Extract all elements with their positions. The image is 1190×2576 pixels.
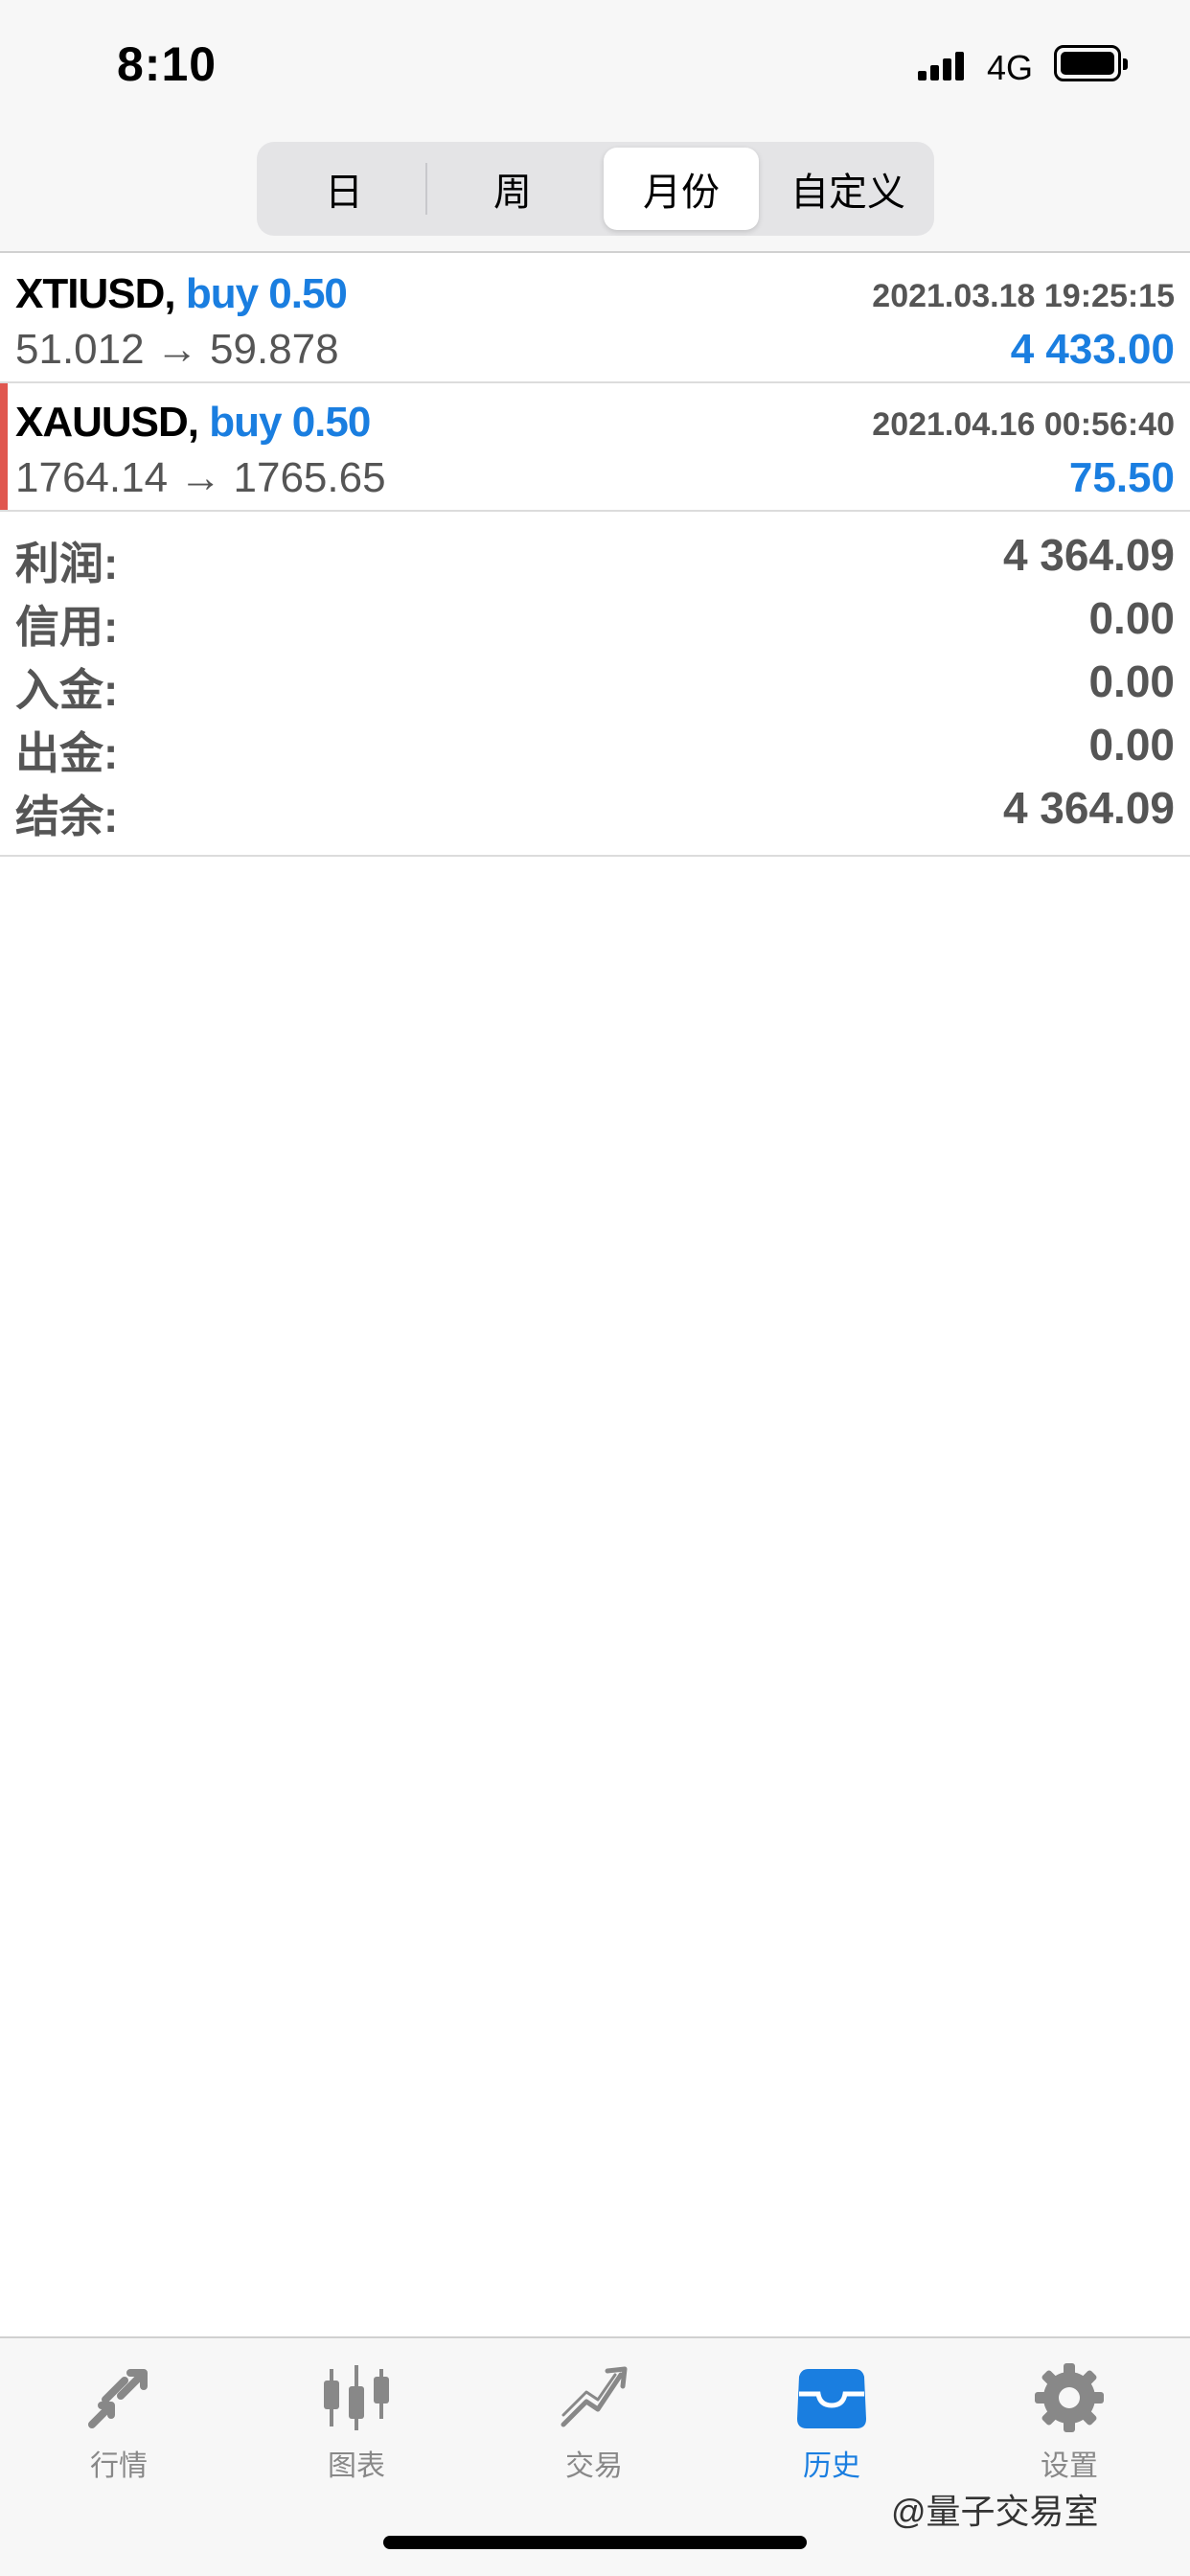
tab-history[interactable]: 历史 (713, 2356, 950, 2490)
withdrawal-label: 出金: (15, 728, 119, 778)
profit-value: 4 364.09 (1002, 530, 1175, 580)
history-inbox-icon (797, 2369, 866, 2428)
tab-label: 交易 (565, 2450, 623, 2482)
tab-settings[interactable]: 设置 (950, 2356, 1188, 2490)
tab-month[interactable]: 月份 (604, 148, 759, 230)
deposit-value: 0.00 (1088, 656, 1175, 706)
cellular-signal-icon (918, 50, 966, 80)
account-summary: 利润: 4 364.09 信用: 0.00 入金: 0.00 出金: 0.00 … (0, 514, 1190, 857)
summary-withdrawal-row: 出金: 0.00 (0, 719, 1190, 778)
tab-day[interactable]: 日 (266, 148, 422, 230)
segment-divider (425, 163, 427, 215)
tab-trade[interactable]: 交易 (475, 2356, 713, 2490)
trade-profit: 4 433.00 (1010, 326, 1175, 373)
trade-datetime: 2021.03.18 19:25:15 (872, 278, 1175, 314)
summary-balance-row: 结余: 4 364.09 (0, 782, 1190, 841)
tab-week[interactable]: 周 (435, 148, 590, 230)
trade-datetime: 2021.04.16 00:56:40 (872, 406, 1175, 443)
tab-label: 图表 (328, 2450, 385, 2482)
home-indicator[interactable] (383, 2536, 807, 2549)
trade-marker (0, 383, 8, 510)
tab-label: 历史 (803, 2450, 860, 2482)
status-time: 8:10 (117, 37, 217, 91)
tab-charts[interactable]: 图表 (238, 2356, 475, 2490)
trade-row[interactable]: XTIUSD, buy 0.50 2021.03.18 19:25:15 51.… (0, 255, 1190, 383)
tab-custom[interactable]: 自定义 (770, 148, 926, 230)
trade-trend-icon (561, 2366, 628, 2427)
credit-value: 0.00 (1088, 593, 1175, 643)
trade-side: buy 0.50 (185, 270, 348, 317)
credit-label: 信用: (15, 602, 119, 652)
trade-symbol-line: XTIUSD, buy 0.50 (15, 270, 348, 318)
candlestick-chart-icon (324, 2365, 389, 2430)
trade-profit: 75.50 (1068, 454, 1175, 501)
quotes-arrows-icon (88, 2369, 148, 2428)
summary-profit-row: 利润: 4 364.09 (0, 529, 1190, 588)
balance-value: 4 364.09 (1002, 783, 1175, 833)
withdrawal-value: 0.00 (1088, 720, 1175, 770)
trade-side: buy 0.50 (209, 399, 371, 446)
balance-label: 结余: (15, 792, 119, 841)
summary-credit-row: 信用: 0.00 (0, 592, 1190, 652)
gear-icon (1035, 2363, 1104, 2432)
trade-prices: 51.012 → 59.878 (15, 326, 339, 373)
trade-prices: 1764.14 → 1765.65 (15, 454, 386, 501)
trade-row[interactable]: XAUUSD, buy 0.50 2021.04.16 00:56:40 176… (0, 383, 1190, 512)
tab-label: 设置 (1041, 2450, 1098, 2482)
trade-symbol: XTIUSD, (15, 270, 176, 317)
tab-label: 行情 (90, 2450, 148, 2482)
period-segmented-control: 日 周 月份 自定义 (257, 142, 934, 236)
watermark: @量子交易室 (891, 2492, 1099, 2531)
trade-symbol: XAUUSD, (15, 399, 199, 446)
battery-icon (1054, 45, 1128, 81)
deposit-label: 入金: (15, 665, 119, 715)
network-type: 4G (987, 48, 1034, 87)
summary-deposit-row: 入金: 0.00 (0, 656, 1190, 715)
trade-symbol-line: XAUUSD, buy 0.50 (15, 399, 371, 447)
tab-quotes[interactable]: 行情 (0, 2356, 238, 2490)
header-area: 8:10 4G 日 周 月份 自定义 (0, 0, 1190, 253)
profit-label: 利润: (15, 539, 119, 588)
